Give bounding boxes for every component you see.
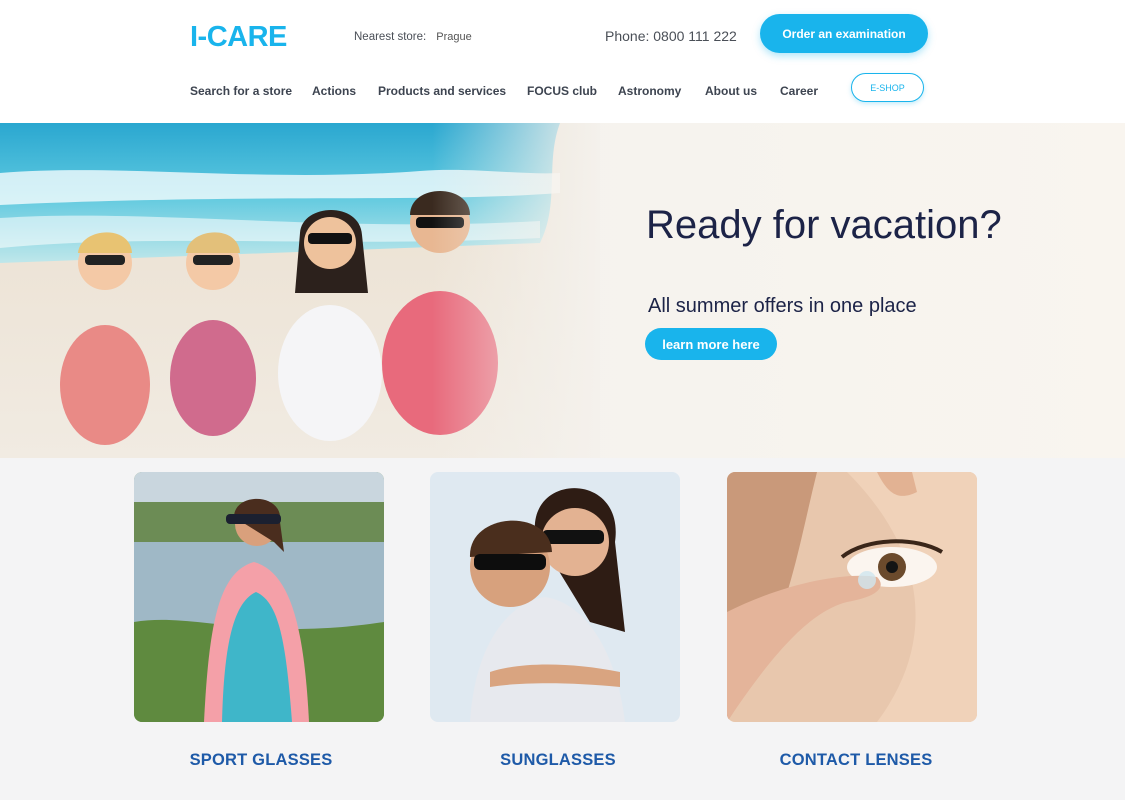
nav-focus-club[interactable]: FOCUS club xyxy=(527,83,618,99)
hero-banner: Ready for vacation? All summer offers in… xyxy=(0,123,1125,458)
order-examination-button[interactable]: Order an examination xyxy=(760,14,928,53)
contact-lenses-image[interactable] xyxy=(727,472,977,722)
nearest-store[interactable]: Nearest store: Prague xyxy=(354,30,472,44)
nav-actions[interactable]: Actions xyxy=(312,83,378,99)
logo[interactable]: I-CARE xyxy=(190,20,287,54)
nearest-store-label: Nearest store: xyxy=(354,31,427,43)
nav-products-services[interactable]: Products and services xyxy=(378,83,527,99)
nav-about-us[interactable]: About us xyxy=(705,83,780,99)
site-header: I-CARE Nearest store: Prague Phone: 0800 … xyxy=(0,0,1125,123)
category-sunglasses[interactable]: SUNGLASSES xyxy=(433,750,683,770)
sport-glasses-image[interactable] xyxy=(134,472,384,722)
family-beach-image xyxy=(0,123,600,458)
nav-astronomy[interactable]: Astronomy xyxy=(618,83,705,99)
nav-search-store[interactable]: Search for a store xyxy=(190,83,312,99)
phone-number: Phone: 0800 111 222 xyxy=(605,28,737,44)
category-contact-lenses[interactable]: CONTACT LENSES xyxy=(731,750,981,770)
nav-career[interactable]: Career xyxy=(780,83,830,99)
category-sport-glasses[interactable]: SPORT GLASSES xyxy=(136,750,386,770)
eshop-button[interactable]: E-SHOP xyxy=(851,73,924,102)
hero-title: Ready for vacation? xyxy=(646,203,1002,247)
nearest-store-city[interactable]: Prague xyxy=(436,31,471,43)
learn-more-button[interactable]: learn more here xyxy=(645,328,777,360)
main-nav: Search for a store Actions Products and … xyxy=(190,83,830,99)
hero-subtitle: All summer offers in one place xyxy=(648,295,917,317)
sunglasses-image[interactable] xyxy=(430,472,680,722)
